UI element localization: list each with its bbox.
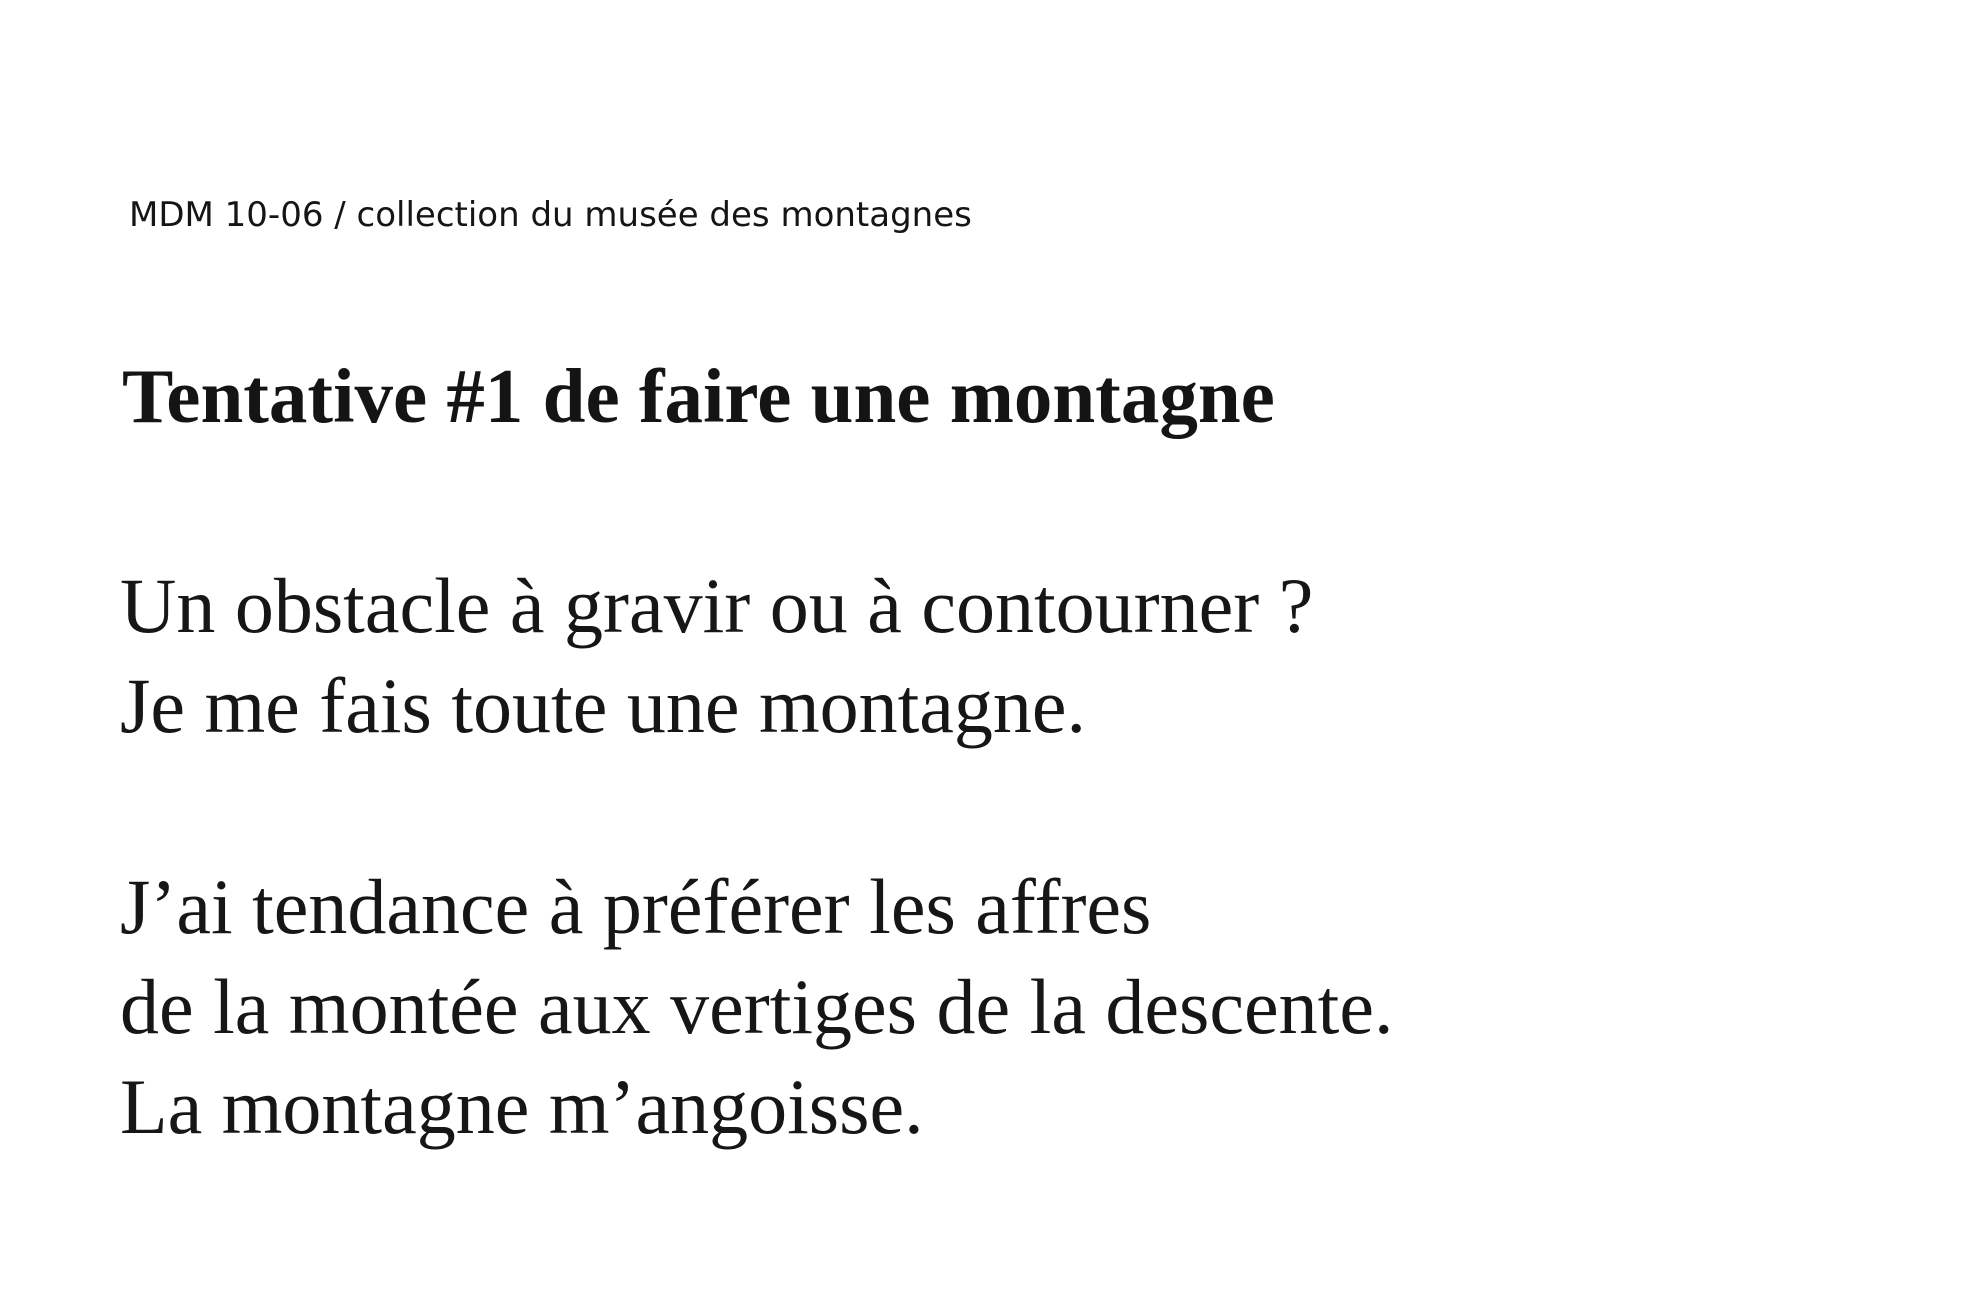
page: MDM 10-06 / collection du musée des mont… [0,0,1972,1312]
catalog-reference: MDM 10-06 / collection du musée des mont… [129,195,972,235]
stanza-line: Je me fais toute une montagne. [120,662,1087,749]
stanza-1: Un obstacle à gravir ou à contourner ? J… [120,556,1313,756]
stanza-line: J’ai tendance à préférer les affres [120,863,1152,950]
stanza-line: La montagne m’angoisse. [120,1063,924,1150]
stanza-2: J’ai tendance à préférer les affres de l… [120,857,1393,1157]
stanza-line: de la montée aux vertiges de la descente… [120,963,1394,1050]
stanza-line: Un obstacle à gravir ou à contourner ? [120,562,1314,649]
poem-title: Tentative #1 de faire une montagne [122,353,1275,439]
